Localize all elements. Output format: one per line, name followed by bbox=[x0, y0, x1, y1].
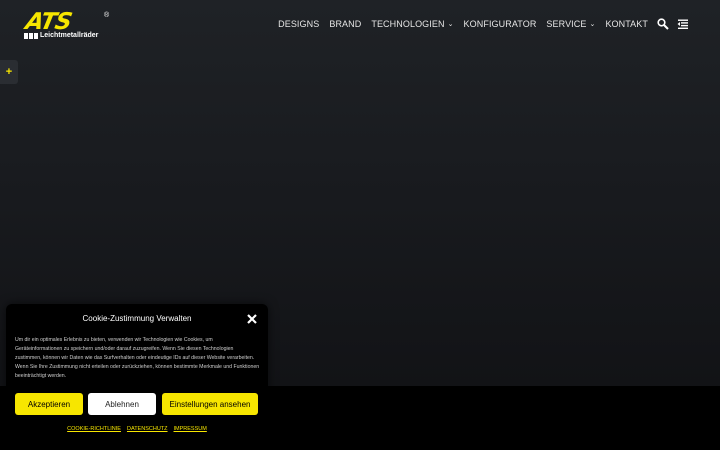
nav-item-konfigurator[interactable]: KONFIGURATOR bbox=[464, 19, 537, 29]
cookie-policy-link[interactable]: COOKIE-RICHTLINIE bbox=[67, 426, 121, 432]
ats-logo[interactable]: ATS ® Leichtmetallräder bbox=[23, 9, 118, 40]
close-icon[interactable] bbox=[246, 313, 258, 325]
cookie-description: Um dir ein optimales Erlebnis zu bieten,… bbox=[15, 337, 260, 379]
cookie-dialog-title: Cookie-Zustimmung Verwalten bbox=[82, 314, 192, 323]
cookie-links: COOKIE-RICHTLINIE DATENSCHUTZ IMPRESSUM bbox=[6, 426, 268, 432]
nav-label: TECHNOLOGIEN bbox=[371, 19, 445, 29]
menu-icon[interactable] bbox=[677, 18, 689, 30]
chevron-down-icon: ⌄ bbox=[447, 21, 454, 28]
cookie-consent-dialog: Cookie-Zustimmung Verwalten Um dir ein o… bbox=[6, 304, 268, 446]
nav-item-designs[interactable]: DESIGNS bbox=[278, 19, 319, 29]
logo-bars-icon bbox=[24, 33, 38, 39]
nav-item-service[interactable]: SERVICE ⌄ bbox=[546, 19, 595, 29]
logo-registered-mark: ® bbox=[104, 12, 110, 19]
accept-button[interactable]: Akzeptieren bbox=[15, 393, 83, 415]
nav-label: DESIGNS bbox=[278, 19, 320, 29]
side-toggle-button[interactable]: + bbox=[0, 60, 18, 84]
nav-item-brand[interactable]: BRAND bbox=[329, 19, 361, 29]
view-settings-button[interactable]: Einstellungen ansehen bbox=[162, 393, 258, 415]
logo-subtitle: Leichtmetallräder bbox=[40, 32, 99, 39]
plus-icon: + bbox=[5, 66, 13, 78]
nav-label: SERVICE bbox=[546, 19, 587, 29]
nav-item-technologien[interactable]: TECHNOLOGIEN ⌄ bbox=[371, 19, 453, 29]
nav-item-kontakt[interactable]: KONTAKT bbox=[605, 19, 648, 29]
nav-label: KONFIGURATOR bbox=[463, 19, 537, 29]
logo-wordmark: ATS bbox=[23, 9, 74, 35]
privacy-link[interactable]: DATENSCHUTZ bbox=[127, 426, 168, 432]
nav-label: KONTAKT bbox=[605, 19, 648, 29]
nav-label: BRAND bbox=[329, 19, 362, 29]
imprint-link[interactable]: IMPRESSUM bbox=[174, 426, 207, 432]
deny-button[interactable]: Ablehnen bbox=[88, 393, 156, 415]
main-nav: DESIGNS BRAND TECHNOLOGIEN ⌄ KONFIGURATOR… bbox=[278, 19, 648, 29]
site-header: ATS ® Leichtmetallräder DESIGNS BRAND TE… bbox=[0, 0, 720, 52]
chevron-down-icon: ⌄ bbox=[589, 21, 596, 28]
search-icon[interactable] bbox=[657, 18, 669, 30]
